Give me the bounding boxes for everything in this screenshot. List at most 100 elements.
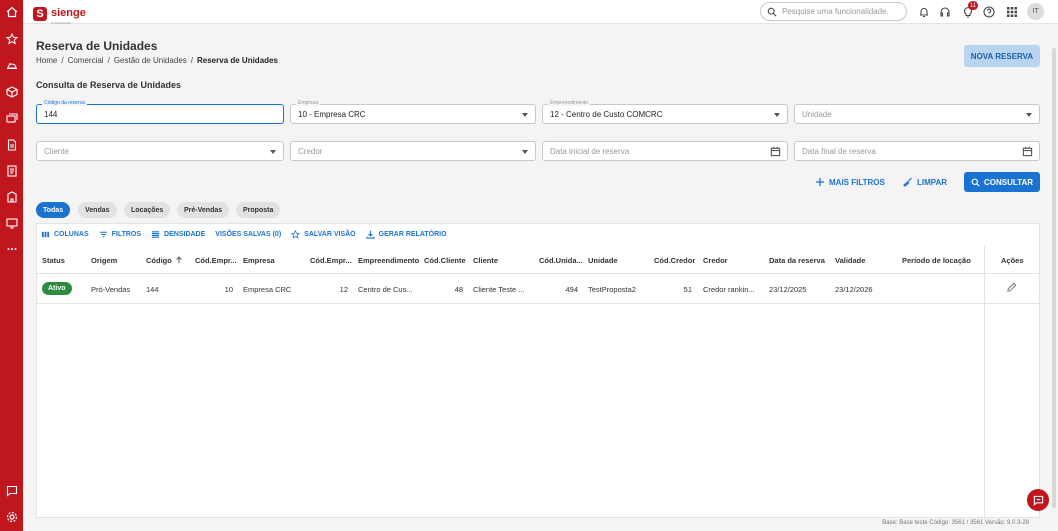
densidade-button[interactable]: DENSIDADE (151, 230, 205, 239)
brand-name: sienge (51, 7, 86, 19)
cell-empreendimento: Centro de Cus... (358, 285, 413, 294)
col-cod-empresa[interactable]: Cód.Empr... (195, 256, 237, 265)
colunas-button[interactable]: COLUNAS (41, 230, 89, 239)
headset-icon[interactable] (937, 4, 952, 19)
grid-toolbar: COLUNAS FILTROS DENSIDADE VISÕES SALVAS … (41, 230, 447, 239)
cell-credor: Credor rankin... (703, 285, 755, 294)
box-icon[interactable] (4, 84, 19, 99)
col-status[interactable]: Status (42, 256, 65, 265)
more-icon[interactable] (4, 241, 19, 256)
col-cod-credor[interactable]: Cód.Credor (654, 256, 695, 265)
actions-column-divider (984, 246, 985, 518)
credor-select[interactable]: Credor (290, 141, 536, 161)
monitor-icon[interactable] (4, 215, 19, 230)
breadcrumb-comercial[interactable]: Comercial (68, 56, 104, 65)
tab-locacoes[interactable]: Locações (124, 202, 171, 218)
colunas-label: COLUNAS (54, 231, 89, 238)
feedback-icon[interactable] (4, 483, 19, 498)
cell-origem: Pró-Vendas (91, 285, 131, 294)
codigo-reserva-field[interactable]: Código da reserva 144 (36, 100, 284, 124)
col-acoes: Ações (1001, 256, 1024, 265)
breadcrumb-separator: / (61, 56, 64, 65)
calendar-icon[interactable] (770, 146, 781, 157)
pencil-icon[interactable] (1006, 282, 1017, 293)
col-codigo[interactable]: Código (146, 256, 172, 265)
gerar-relatorio-button[interactable]: GERAR RELATÓRIO (365, 230, 447, 239)
mais-filtros-label: MAIS FILTROS (829, 177, 885, 187)
breadcrumb-gestao[interactable]: Gestão de Unidades (114, 56, 187, 65)
credor-placeholder: Credor (298, 146, 323, 156)
helmet-icon[interactable] (4, 58, 19, 73)
help-icon[interactable] (981, 4, 996, 19)
empresa-select[interactable]: Empresa 10 - Empresa CRC (290, 100, 536, 124)
col-credor[interactable]: Credor (703, 256, 728, 265)
cell-unidade: TestProposta2 (588, 285, 636, 294)
limpar-button[interactable]: LIMPAR (903, 177, 947, 187)
cell-codigo: 144 (146, 285, 159, 294)
search-box[interactable] (760, 2, 907, 21)
col-data-reserva[interactable]: Data da reserva (769, 256, 825, 265)
consultar-button[interactable]: CONSULTAR (964, 172, 1040, 192)
search-input[interactable] (782, 7, 900, 16)
home-icon[interactable] (4, 4, 19, 19)
visoes-salvas-button[interactable]: VISÕES SALVAS (0) (215, 230, 281, 239)
calendar-icon[interactable] (1022, 146, 1033, 157)
data-final-field[interactable]: Data final de reserva (794, 141, 1040, 161)
table-header: Status Origem Código Cód.Empr... Empresa… (37, 246, 1039, 274)
col-validade[interactable]: Validade (835, 256, 865, 265)
col-empreendimento[interactable]: Empreendimento (358, 256, 419, 265)
tab-pre-vendas[interactable]: Pré-Vendas (177, 202, 230, 218)
ledger-icon[interactable] (4, 163, 19, 178)
salvar-visao-button[interactable]: SALVAR VISÃO (291, 230, 356, 239)
chevron-down-icon (1026, 113, 1032, 117)
star-icon[interactable] (4, 31, 19, 46)
unidade-select[interactable]: Unidade (794, 104, 1040, 124)
cell-cod-cliente: 48 (454, 285, 463, 294)
col-cod-empreendimento[interactable]: Cód.Empr... (310, 256, 352, 265)
settings-icon[interactable] (4, 509, 19, 524)
col-empresa[interactable]: Empresa (243, 256, 275, 265)
apps-grid-icon[interactable] (1004, 4, 1019, 19)
gerar-relatorio-label: GERAR RELATÓRIO (378, 231, 447, 238)
tab-todas[interactable]: Todas (36, 202, 71, 218)
col-unidade[interactable]: Unidade (588, 256, 618, 265)
left-nav-rail (0, 0, 23, 531)
document-icon[interactable] (4, 137, 19, 152)
version-footer: Base: Base teste Código: 3561 / 3561 Ver… (882, 520, 1029, 526)
empreendimento-select[interactable]: Empreendimento 12 - Centro de Custo COMC… (542, 100, 788, 124)
tab-vendas[interactable]: Vendas (78, 202, 117, 218)
tab-proposta[interactable]: Proposta (236, 202, 281, 218)
sienge-logo[interactable]: S sienge PLATAFORMA (33, 3, 86, 25)
cell-cod-empreendimento: 12 (339, 285, 348, 294)
filter-icon (99, 231, 107, 238)
col-origem[interactable]: Origem (91, 256, 117, 265)
col-periodo-locacao[interactable]: Período de locação (902, 256, 971, 265)
nova-reserva-button[interactable]: NOVA RESERVA (964, 45, 1040, 67)
building-icon[interactable] (4, 189, 19, 204)
breadcrumb-home[interactable]: Home (36, 56, 57, 65)
page-scrollbar[interactable] (1052, 48, 1056, 508)
col-cod-unidade[interactable]: Cód.Unida... (539, 256, 583, 265)
money-icon[interactable] (4, 110, 19, 125)
limpar-label: LIMPAR (917, 177, 948, 187)
bell-icon[interactable] (916, 4, 931, 19)
sort-ascending-icon[interactable] (175, 256, 183, 264)
mais-filtros-button[interactable]: MAIS FILTROS (815, 177, 885, 187)
chevron-down-icon (522, 113, 528, 117)
data-inicial-field[interactable]: Data inicial de reserva (542, 141, 788, 161)
avatar[interactable]: IT (1027, 3, 1044, 20)
filtros-button[interactable]: FILTROS (99, 230, 141, 239)
table-row[interactable]: Ativo Pró-Vendas 144 10 Empresa CRC 12 C… (37, 274, 1039, 304)
broom-icon (903, 177, 912, 187)
codigo-reserva-label: Código da reserva (42, 100, 87, 106)
chat-fab[interactable] (1027, 489, 1049, 511)
cliente-select[interactable]: Cliente (36, 141, 284, 161)
salvar-visao-label: SALVAR VISÃO (304, 231, 356, 238)
col-cliente[interactable]: Cliente (473, 256, 498, 265)
breadcrumb-separator: / (190, 56, 193, 65)
reservas-grid: COLUNAS FILTROS DENSIDADE VISÕES SALVAS … (36, 223, 1040, 518)
section-title: Consulta de Reserva de Unidades (36, 80, 182, 90)
breadcrumb: Home / Comercial / Gestão de Unidades / … (36, 56, 278, 65)
top-bar: S sienge PLATAFORMA 11 IT (23, 0, 1058, 25)
col-cod-cliente[interactable]: Cód.Cliente (424, 256, 466, 265)
